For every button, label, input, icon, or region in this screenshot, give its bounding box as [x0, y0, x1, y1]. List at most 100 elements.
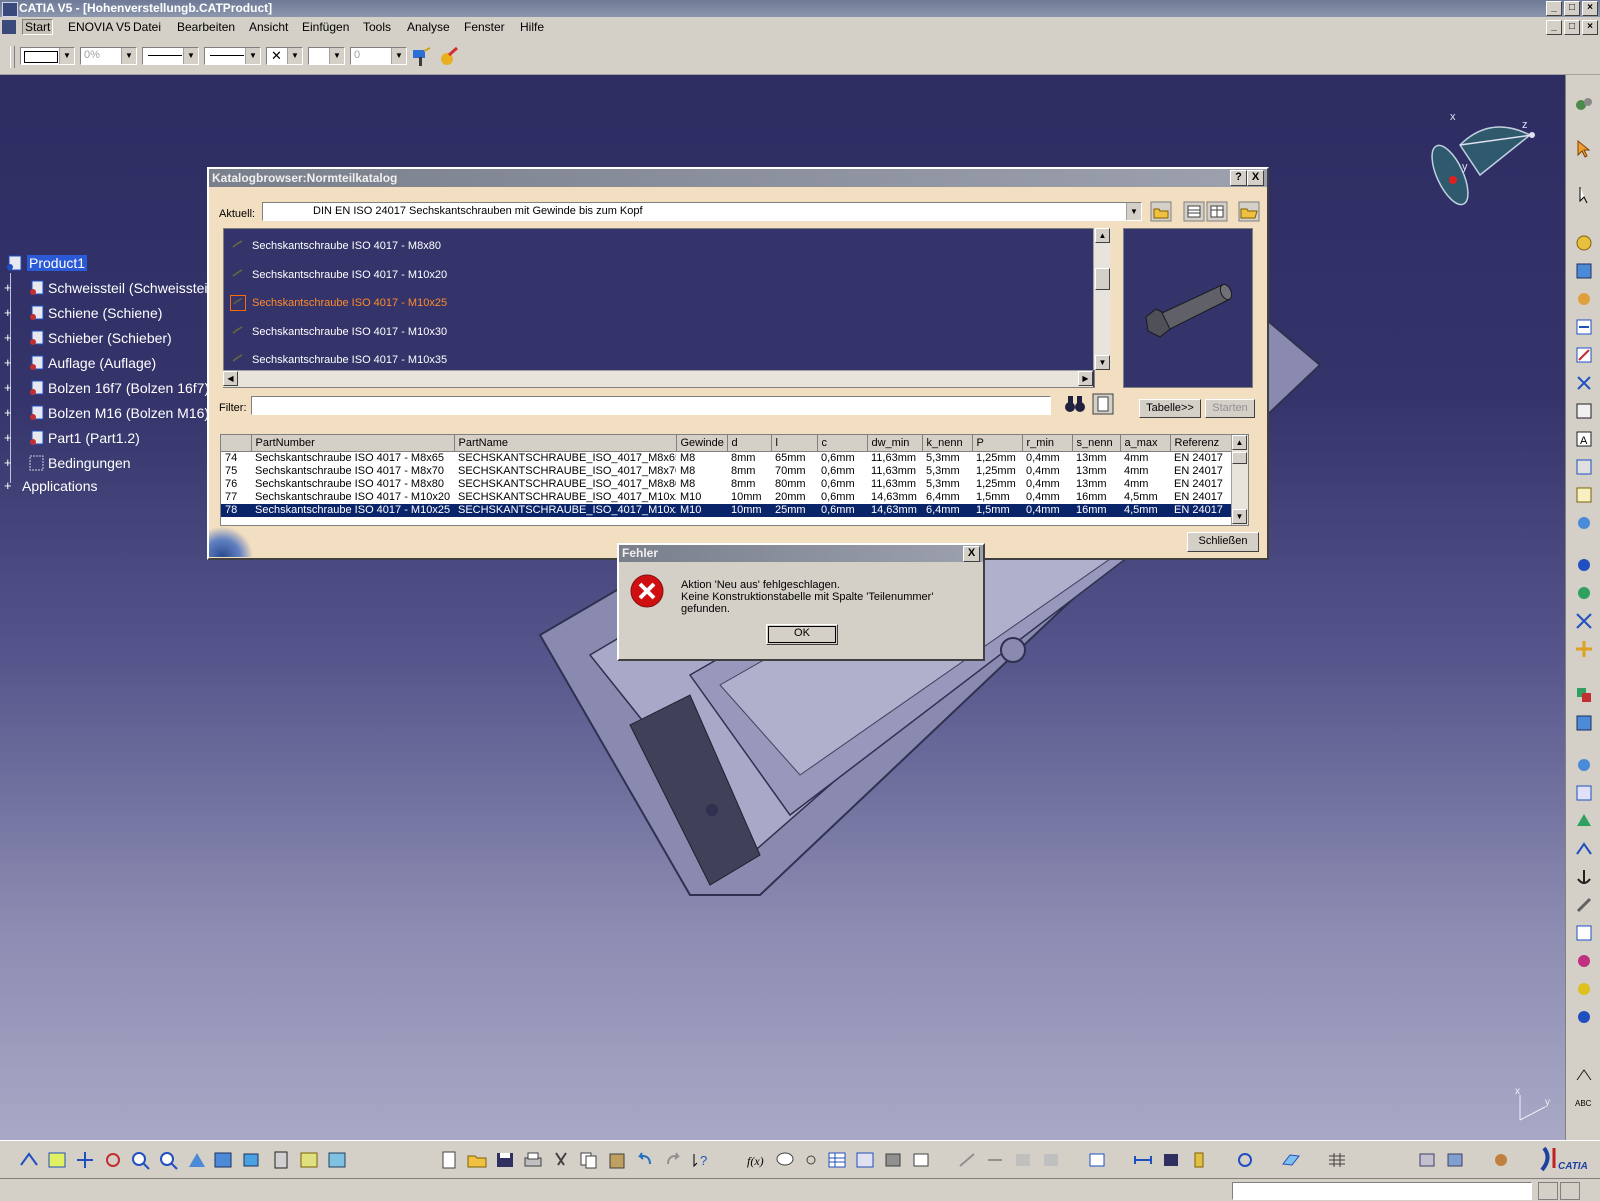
point-symbol-combo[interactable]: ✕ ▼ — [266, 47, 303, 65]
catalog-entry-selected[interactable]: Sechskantschraube ISO 4017 - M10x25 — [224, 293, 1094, 315]
expand-icon[interactable]: + — [4, 306, 13, 319]
table-row[interactable]: 76 Sechskantschraube ISO 4017 - M8x80 SECH… — [221, 478, 1231, 491]
redo-icon[interactable] — [662, 1150, 684, 1170]
menu-hilfe[interactable]: Hilfe — [520, 20, 544, 34]
quick-constraint-icon[interactable] — [1574, 895, 1594, 915]
menu-einfuegen[interactable]: Einfügen — [302, 20, 349, 34]
tree-item-label[interactable]: Schweissteil (Schweissteil) — [48, 280, 215, 296]
formula-icon[interactable]: f(x) — [746, 1150, 768, 1170]
anchor-icon[interactable] — [1574, 867, 1594, 887]
scene-icon[interactable] — [1040, 1150, 1062, 1170]
fix-component-icon[interactable] — [1574, 811, 1594, 831]
table-header[interactable]: k_nenn — [922, 435, 973, 452]
manipulation-icon[interactable] — [1574, 555, 1594, 575]
folder-up-icon[interactable] — [1150, 201, 1172, 222]
isometric-view-icon[interactable] — [240, 1150, 262, 1170]
open-folder-icon[interactable] — [466, 1150, 488, 1170]
catalog-titlebar[interactable]: Katalogbrowser:Normteilkatalog ? X — [209, 169, 1267, 187]
fit-all-icon[interactable] — [46, 1150, 68, 1170]
cut-icon[interactable] — [550, 1150, 572, 1170]
undo-icon[interactable] — [634, 1150, 656, 1170]
table-header[interactable]: P — [972, 435, 1023, 452]
toolbar-grip[interactable] — [10, 46, 15, 68]
reorder-icon[interactable] — [1574, 373, 1594, 393]
menu-start[interactable]: Start — [22, 19, 54, 35]
distance-icon[interactable] — [1160, 1150, 1182, 1170]
detail-view-icon[interactable] — [1206, 201, 1228, 222]
menu-ansicht[interactable]: Ansicht — [249, 20, 288, 34]
gears-icon[interactable] — [1574, 95, 1594, 115]
tree-item-label[interactable]: Schieber (Schieber) — [48, 330, 172, 346]
workbench-assembly-icon[interactable] — [1490, 1150, 1512, 1170]
compass-icon[interactable]: x y z — [1420, 110, 1540, 220]
tree-item-label[interactable]: Bedingungen — [48, 455, 131, 471]
ok-button[interactable]: OK — [766, 624, 838, 645]
expand-icon[interactable]: + — [4, 479, 13, 492]
stop-manipulate-icon[interactable] — [1574, 611, 1594, 631]
new-document-icon[interactable] — [438, 1150, 460, 1170]
close-window-button[interactable]: × — [1582, 1, 1598, 16]
whats-this-icon[interactable]: ? — [690, 1150, 712, 1170]
catalog-entry[interactable]: Sechskantschraube ISO 4017 - M10x30 — [224, 322, 1094, 344]
binoculars-icon[interactable] — [1062, 392, 1088, 417]
measure-inertia-icon[interactable] — [1188, 1150, 1210, 1170]
scroll-right-icon[interactable]: ▶ — [1078, 371, 1093, 386]
open-catalog-icon[interactable] — [1238, 201, 1260, 222]
graphic-properties-icon[interactable] — [438, 46, 460, 68]
menu-tools[interactable]: Tools — [363, 20, 391, 34]
table-header[interactable]: r_min — [1022, 435, 1073, 452]
law-icon[interactable] — [882, 1150, 904, 1170]
table-header[interactable]: a_max — [1120, 435, 1171, 452]
parts-table[interactable]: PartNumber PartName Gewinde d l c dw_min… — [220, 434, 1249, 526]
minimize-button[interactable]: _ — [1546, 1, 1562, 16]
menu-enovia[interactable]: ENOVIA V5 — [68, 20, 131, 34]
multi-instantiation-icon[interactable] — [984, 1150, 1006, 1170]
list-view-icon[interactable] — [1183, 201, 1205, 222]
doc-close-button[interactable]: × — [1582, 20, 1598, 35]
table-vscrollbar[interactable]: ▲ ▼ — [1231, 435, 1248, 525]
knowledge-icon[interactable] — [800, 1150, 822, 1170]
reuse-pattern-icon[interactable] — [1574, 979, 1594, 999]
filter-input[interactable] — [251, 396, 1051, 415]
table-header[interactable] — [221, 435, 252, 452]
scroll-down-icon[interactable]: ▼ — [1232, 509, 1247, 524]
chevron-down-icon[interactable]: ▼ — [1126, 203, 1141, 220]
clash-icon[interactable] — [1132, 1150, 1154, 1170]
command-history-button[interactable] — [1538, 1182, 1558, 1200]
expand-icon[interactable]: + — [4, 281, 13, 294]
plane-icon[interactable] — [1280, 1150, 1302, 1170]
snap-icon[interactable] — [1574, 513, 1594, 533]
assembly-icon[interactable] — [1574, 233, 1594, 253]
close-button[interactable]: Schließen — [1187, 532, 1259, 552]
generate-numbering-icon[interactable] — [1012, 1150, 1034, 1170]
catalog-close-icon[interactable]: X — [1247, 170, 1264, 186]
scroll-up-icon[interactable]: ▲ — [1232, 435, 1247, 450]
status-toggle-button[interactable] — [1560, 1182, 1580, 1200]
sectioning-icon[interactable] — [1086, 1150, 1108, 1170]
graph-tree-icon[interactable] — [1574, 345, 1594, 365]
format-painter-icon[interactable] — [410, 46, 432, 68]
catia-app-icon[interactable] — [2, 2, 18, 17]
comment-icon[interactable] — [774, 1150, 796, 1170]
normal-view-icon[interactable] — [186, 1150, 208, 1170]
product-structure-icon[interactable] — [956, 1150, 978, 1170]
expand-icon[interactable]: + — [4, 356, 13, 369]
workbench-icon[interactable] — [1444, 1150, 1466, 1170]
menu-fenster[interactable]: Fenster — [464, 20, 505, 34]
paste-icon[interactable] — [606, 1150, 628, 1170]
zoom-out-icon[interactable] — [158, 1150, 180, 1170]
table-header[interactable]: dw_min — [867, 435, 923, 452]
zoom-in-icon[interactable] — [130, 1150, 152, 1170]
smart-move-icon[interactable] — [1574, 639, 1594, 659]
line-type-combo[interactable]: ▼ — [204, 47, 261, 65]
new-part-icon[interactable] — [1574, 289, 1594, 309]
tree-item-label[interactable]: Auflage (Auflage) — [48, 355, 156, 371]
multi-view-icon[interactable] — [212, 1150, 234, 1170]
fly-mode-icon[interactable] — [18, 1150, 40, 1170]
catalog-entry[interactable]: Sechskantschraube ISO 4017 - M8x80 — [224, 236, 1094, 258]
command-input[interactable] — [1232, 1182, 1532, 1200]
rendering-style-combo[interactable]: ▼ — [308, 47, 345, 65]
table-row[interactable]: 74 Sechskantschraube ISO 4017 - M8x65 SECH… — [221, 452, 1231, 466]
help-button[interactable]: ? — [1230, 170, 1247, 186]
scroll-thumb[interactable] — [1095, 268, 1110, 290]
